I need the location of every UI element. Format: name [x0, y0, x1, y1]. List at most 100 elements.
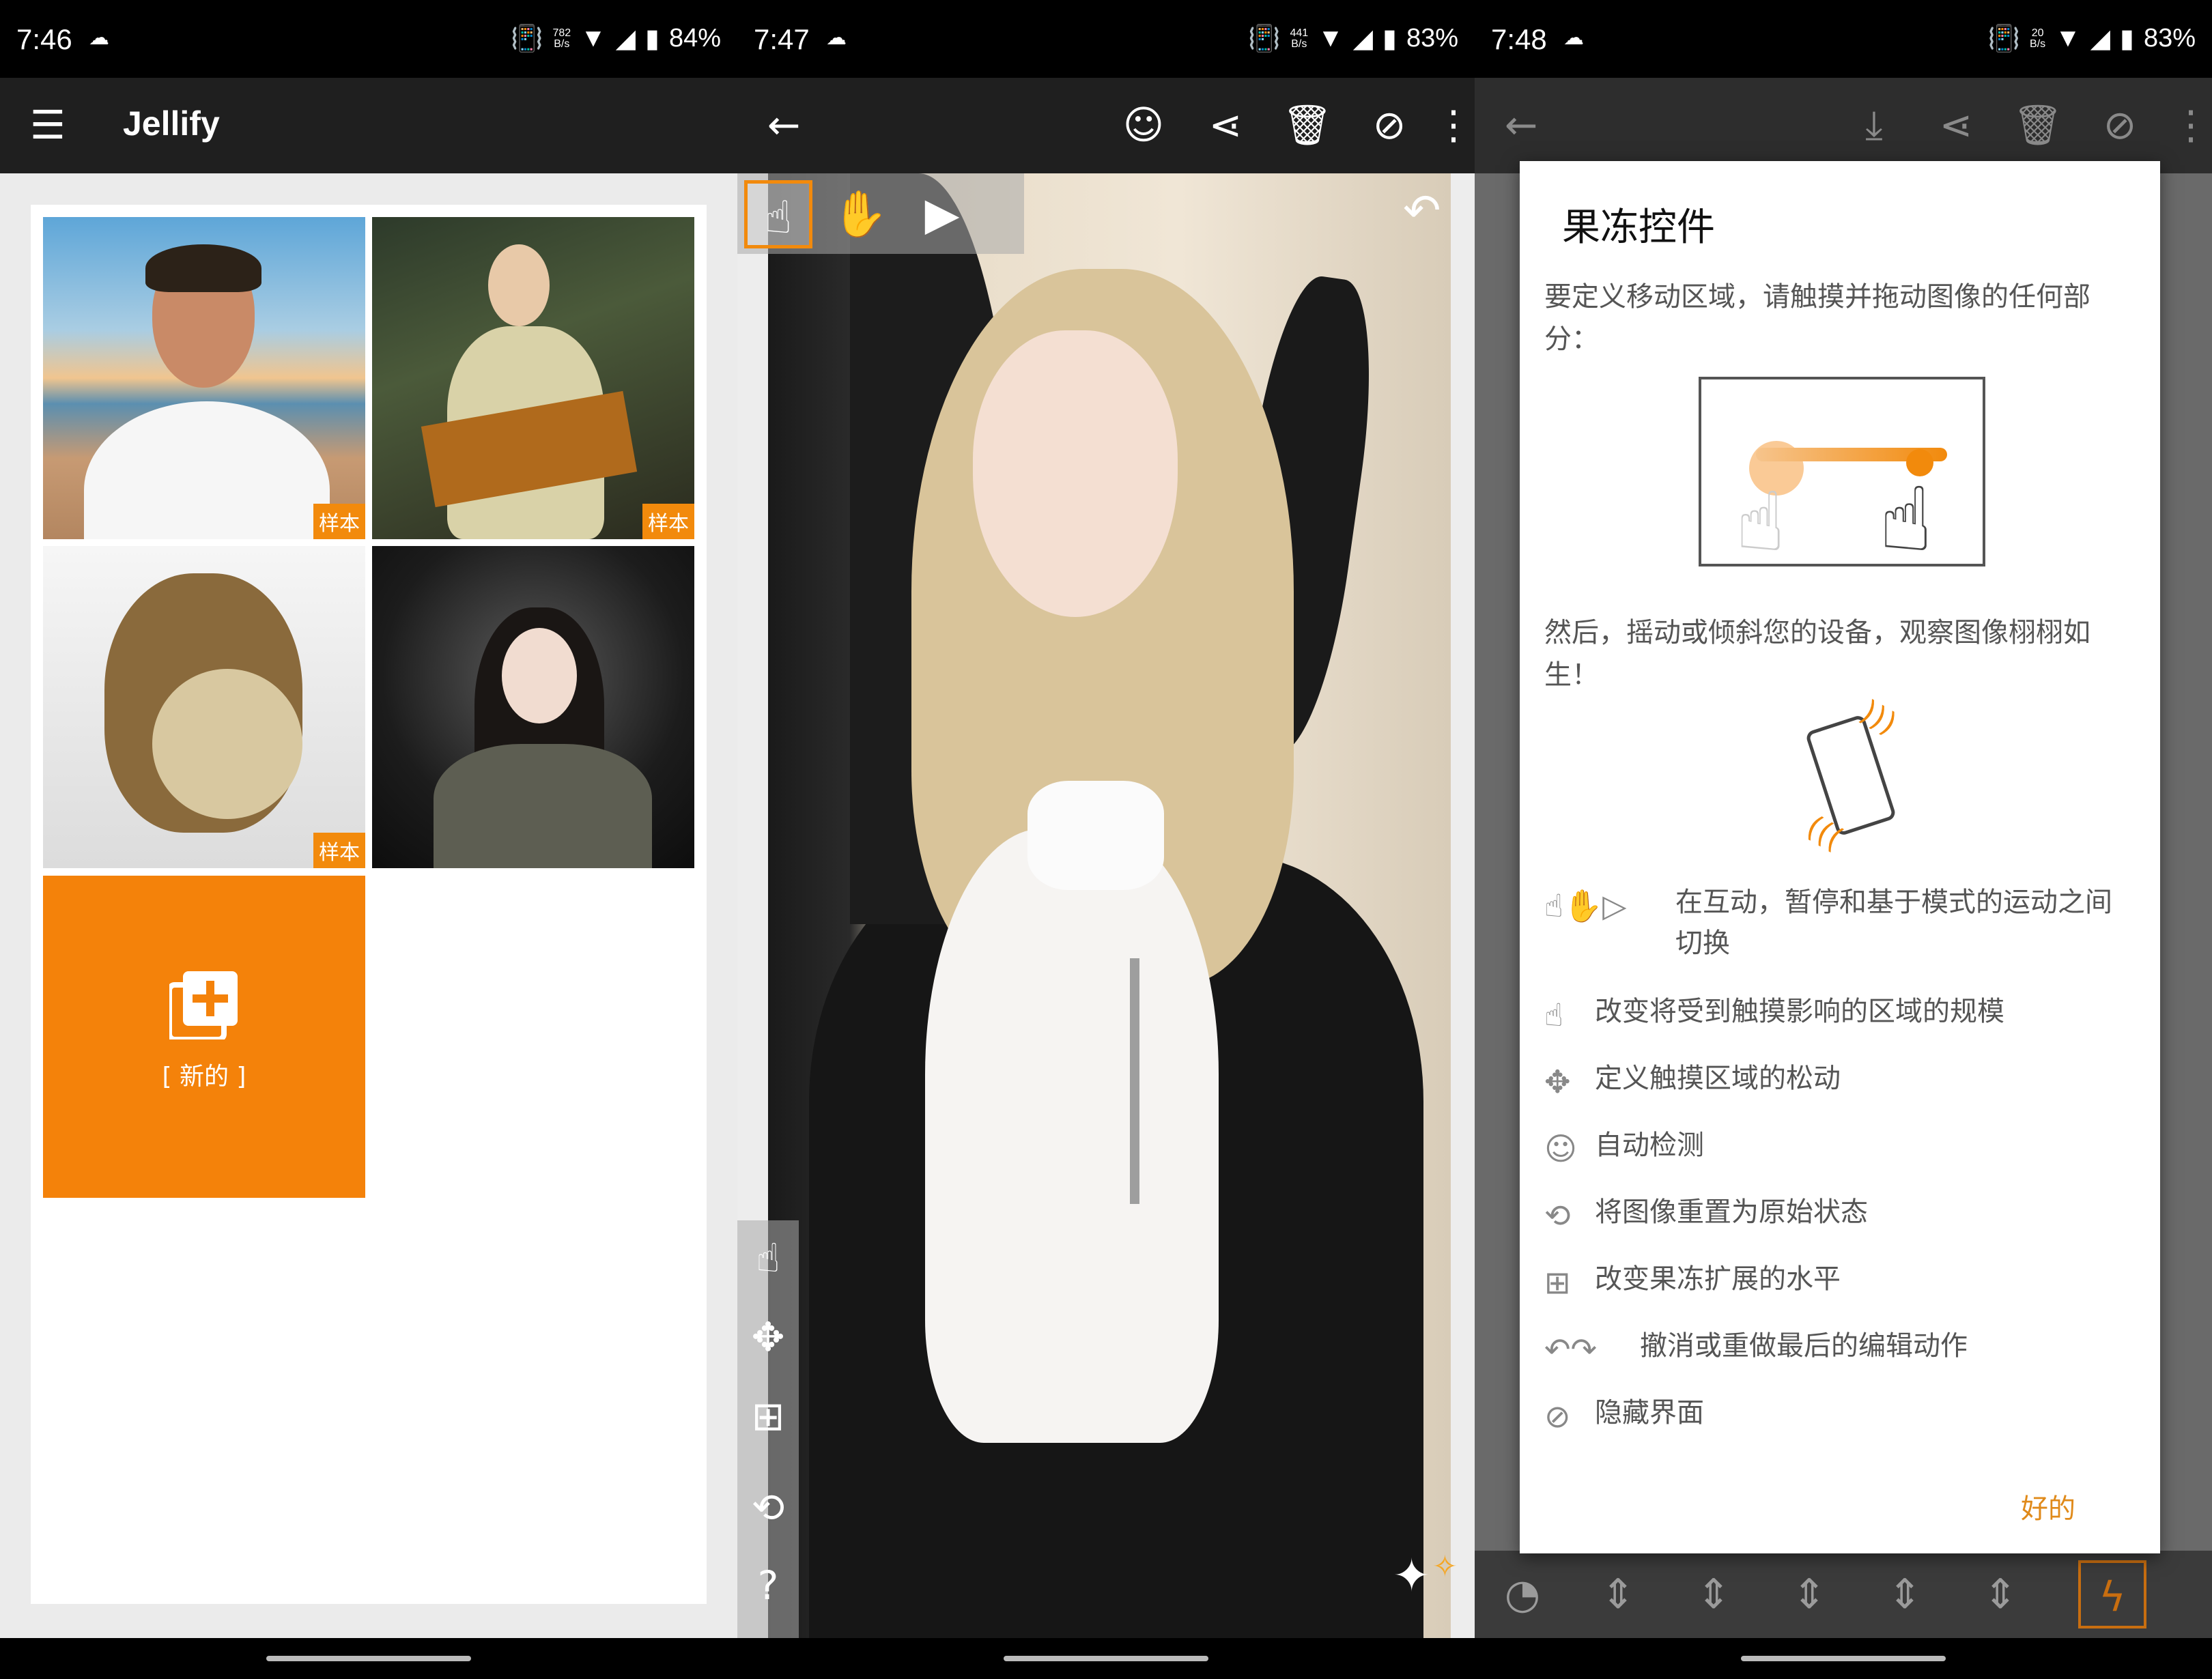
help-dialog: 果冻控件 要定义移动区域，请触摸并拖动图像的任何部分： ☝ ☝ 然后，摇动或倾斜…	[1520, 161, 2160, 1553]
sample-badge: 样本	[642, 504, 694, 539]
help-item: ☺ 自动检测	[1544, 1125, 2136, 1173]
battery-level: 83%	[1406, 24, 1458, 53]
help-item: ☝✋▷ 在互动，暂停和基于模式的运动之间切换	[1544, 882, 2136, 971]
help-item: ☝ 改变将受到触摸影响的区域的规模	[1544, 991, 2136, 1039]
level-icon: ⇕	[1791, 1570, 1827, 1618]
touch-toolbar: ☝ ✥ ⊞ ⟲ ?	[737, 1220, 799, 1638]
pattern-mode-icon[interactable]: ▶	[908, 180, 976, 248]
help-item-text: 改变果冻扩展的水平	[1595, 1263, 1841, 1295]
reset-icon: ⟲	[1544, 1197, 1571, 1234]
status-time: 7:46	[16, 23, 72, 55]
help-item-text: 将图像重置为原始状态	[1595, 1196, 1868, 1228]
vibrate-icon: 📳	[511, 24, 543, 53]
sample-badge: 样本	[313, 833, 365, 868]
more-icon[interactable]: ⋮	[1434, 101, 1473, 149]
interactive-mode-icon[interactable]: ☝	[744, 180, 812, 248]
wifi-icon: ▼	[580, 24, 606, 53]
gallery-item-girl[interactable]	[372, 546, 694, 868]
help-item-text: 在互动，暂停和基于模式的运动之间切换	[1675, 887, 2112, 959]
gallery-screen: 7:46 ☁ 📳 782 B/s ▼ ◢ ▮ 84% ☰ Jellify 样本 …	[0, 0, 737, 1679]
help-item-text: 改变将受到触摸影响的区域的规模	[1595, 996, 2004, 1027]
help-item: ⟲ 将图像重置为原始状态	[1544, 1192, 2136, 1239]
face-detect-icon[interactable]: ☺	[1116, 101, 1171, 149]
delete-icon[interactable]: 🗑	[1280, 101, 1335, 149]
hide-ui-icon: ⊘	[1544, 1398, 1571, 1435]
delete-icon: 🗑	[2013, 102, 2063, 148]
sample-badge: 样本	[313, 504, 365, 539]
reset-icon[interactable]: ⟲	[737, 1470, 799, 1545]
touch-size-icon[interactable]: ☝	[737, 1220, 799, 1295]
status-time: 7:48	[1491, 23, 1547, 55]
add-image-icon	[169, 971, 238, 1039]
help-item: ⊘ 隐藏界面	[1544, 1392, 2136, 1440]
tilt-phone-illustration: ))))))	[1800, 693, 1903, 858]
home-handle[interactable]	[266, 1656, 471, 1661]
signal-icon: ◢	[1352, 25, 1374, 53]
sparkle-small-icon: ✧	[1432, 1549, 1458, 1584]
help-item: ↶↷ 撤消或重做最后的编辑动作	[1544, 1325, 2136, 1373]
drag-illustration: ☝ ☝	[1699, 377, 1985, 566]
pause-mode-icon[interactable]: ✋	[826, 180, 894, 248]
touch-loose-icon[interactable]: ✥	[737, 1300, 799, 1375]
home-handle[interactable]	[1741, 1656, 1946, 1661]
gallery-item-painting[interactable]: 样本	[372, 217, 694, 539]
level-icon: ⇕	[1887, 1570, 1923, 1618]
help-icon[interactable]: ?	[737, 1548, 799, 1623]
cloud-icon: ☁	[89, 26, 109, 50]
battery-level: 83%	[2143, 24, 2196, 53]
home-handle[interactable]	[1004, 1656, 1208, 1661]
gallery-item-man[interactable]: 样本	[43, 217, 365, 539]
editor-toolbar: ← ☺ ⋖ 🗑 ⊘ ⋮	[737, 78, 1475, 173]
battery-icon: ▮	[1382, 25, 1397, 53]
battery-icon: ▮	[645, 25, 660, 53]
expand-icon[interactable]: ⊞	[737, 1379, 799, 1454]
more-icon: ⋮	[2171, 102, 2211, 148]
undo-icon[interactable]: ↶	[1403, 184, 1441, 237]
nav-bar	[0, 1638, 737, 1679]
back-arrow-icon[interactable]: ←	[756, 101, 811, 149]
app-toolbar: ☰ Jellify	[0, 78, 737, 173]
vibrate-icon: 📳	[1987, 24, 2021, 53]
new-label: [ 新的 ]	[162, 1063, 246, 1091]
status-bar: 7:47 ☁ 📳 441 B/s ▼ ◢ ▮ 83%	[737, 0, 1475, 78]
dialog-then: 然后，摇动或倾斜您的设备，观察图像栩栩如生！	[1544, 617, 2090, 691]
help-item-text: 隐藏界面	[1595, 1397, 1704, 1429]
net-speed: 782 B/s	[552, 27, 571, 50]
status-bar: 7:48 ☁ 📳 20 B/s ▼ ◢ ▮ 83%	[1475, 0, 2212, 78]
help-item-text: 自动检测	[1595, 1130, 1704, 1161]
cloud-icon: ☁	[826, 26, 847, 50]
face-detect-icon: ☺	[1544, 1130, 1577, 1167]
help-item: ✥ 定义触摸区域的松动	[1544, 1058, 2136, 1106]
gallery-item-frog[interactable]: 样本	[43, 546, 365, 868]
help-item-text: 撤消或重做最后的编辑动作	[1640, 1330, 1968, 1362]
image-gallery: 样本 样本 样本 [ 新的 ]	[31, 205, 707, 1604]
hide-ui-icon: ⊘	[2103, 102, 2137, 148]
app-title: Jellify	[123, 104, 220, 143]
sparkle-icon[interactable]: ✦	[1393, 1549, 1430, 1602]
new-image-button[interactable]: [ 新的 ]	[43, 876, 365, 1198]
hand-icon: ☝	[1879, 468, 1933, 571]
wifi-icon: ▼	[1318, 24, 1344, 53]
signal-icon: ◢	[2090, 25, 2111, 53]
vibrate-icon: 📳	[1248, 24, 1281, 53]
expand-icon: ⊞	[1544, 1264, 1571, 1301]
net-speed: 20 B/s	[2030, 27, 2046, 50]
help-item: ⊞ 改变果冻扩展的水平	[1544, 1259, 2136, 1306]
wifi-icon: ▼	[2055, 24, 2081, 53]
level-icon: ⇕	[1983, 1570, 2018, 1618]
status-time: 7:47	[754, 23, 810, 55]
hide-ui-icon[interactable]: ⊘	[1362, 101, 1417, 149]
editable-photo[interactable]	[768, 173, 1451, 1638]
touch-size-icon: ☝	[1544, 996, 1564, 1033]
battery-icon: ▮	[2120, 25, 2134, 53]
dialog-title: 果冻控件	[1562, 205, 1715, 250]
mode-toggle-icons: ☝✋▷	[1544, 887, 1627, 924]
ok-button[interactable]: 好的	[2021, 1487, 2075, 1526]
status-bar: 7:46 ☁ 📳 782 B/s ▼ ◢ ▮ 84%	[0, 0, 737, 78]
help-item-text: 定义触摸区域的松动	[1595, 1063, 1841, 1094]
hand-icon: ☝	[1735, 475, 1786, 570]
signal-icon: ◢	[615, 25, 636, 53]
share-icon: ⋖	[1939, 102, 1973, 148]
menu-icon[interactable]: ☰	[20, 101, 75, 149]
share-icon[interactable]: ⋖	[1198, 101, 1253, 149]
